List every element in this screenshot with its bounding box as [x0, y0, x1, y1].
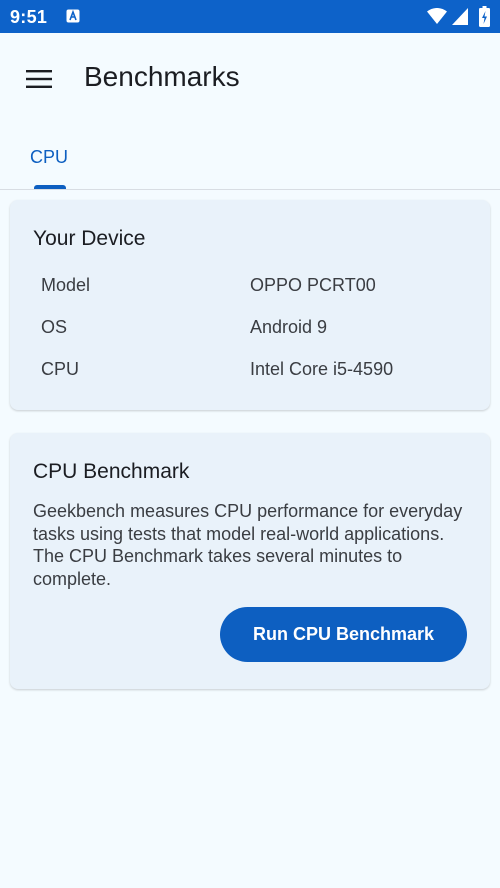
- device-card-title: Your Device: [33, 227, 146, 250]
- spec-row-cpu: CPU Intel Core i5-4590: [10, 359, 490, 389]
- status-bar: 9:51: [0, 0, 500, 33]
- spec-label-model: Model: [41, 275, 91, 295]
- run-cpu-benchmark-button[interactable]: Run CPU Benchmark: [220, 607, 467, 662]
- menu-icon[interactable]: [26, 69, 52, 89]
- spec-row-model: Model OPPO PCRT00: [10, 275, 490, 305]
- page-title: Benchmarks: [84, 61, 240, 92]
- battery-charging-icon: [479, 6, 490, 27]
- spec-row-os: OS Android 9: [10, 317, 490, 347]
- status-time: 9:51: [10, 7, 48, 27]
- benchmark-card-title: CPU Benchmark: [33, 460, 190, 483]
- spec-value-model: OPPO PCRT00: [250, 275, 376, 295]
- device-info-card: Your Device Model OPPO PCRT00 OS Android…: [10, 200, 490, 410]
- tab-cpu[interactable]: CPU: [16, 125, 82, 189]
- tab-selected-indicator: [34, 185, 66, 189]
- wifi-icon: [427, 8, 447, 24]
- app-bar: Benchmarks: [0, 33, 500, 125]
- spec-value-os: Android 9: [250, 317, 328, 337]
- app-notification-icon: [66, 9, 80, 23]
- benchmark-description: Geekbench measures CPU performance for e…: [33, 501, 463, 589]
- cpu-benchmark-card: CPU Benchmark Geekbench measures CPU per…: [10, 433, 490, 689]
- spec-label-os: OS: [41, 317, 68, 337]
- spec-label-cpu: CPU: [41, 359, 80, 379]
- tab-bar: CPU: [0, 125, 500, 190]
- cellular-signal-icon: [452, 8, 468, 25]
- tab-cpu-label: CPU: [29, 147, 68, 167]
- spec-value-cpu: Intel Core i5-4590: [250, 359, 394, 379]
